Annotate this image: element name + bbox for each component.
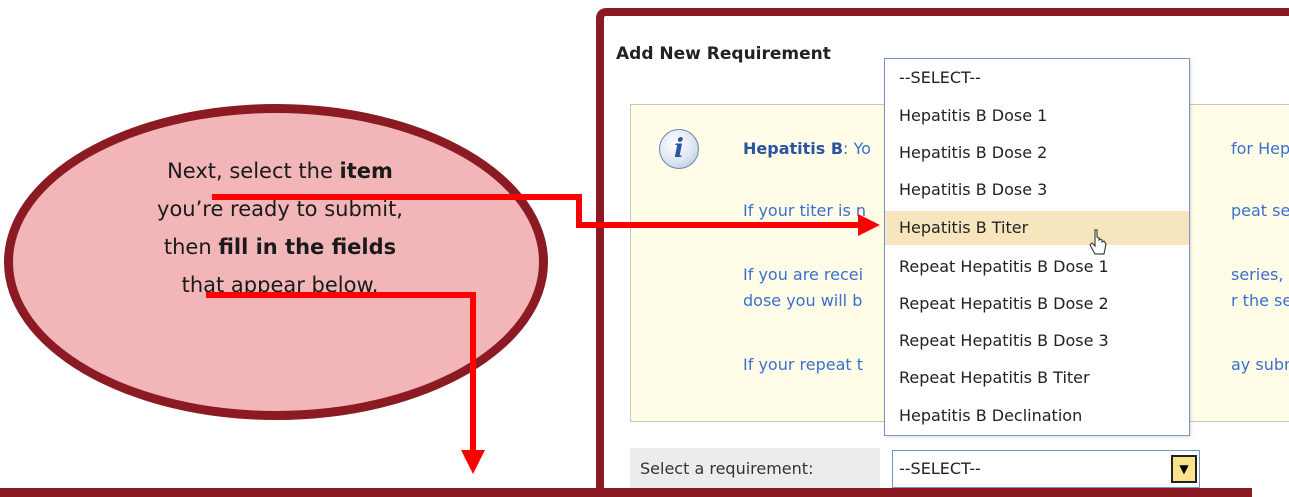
info-line-4-right: r the secon (1231, 291, 1289, 310)
dropdown-option[interactable]: Repeat Hepatitis B Dose 2 (885, 287, 1189, 321)
info-line-4-left: dose you will b (743, 291, 863, 310)
info-line-3-right: series, you (1231, 265, 1289, 284)
bottom-divider (0, 488, 1252, 497)
requirement-select-value: --SELECT-- (899, 459, 981, 478)
arrow-line (206, 292, 476, 298)
dropdown-option[interactable]: Repeat Hepatitis B Dose 1 (885, 250, 1189, 284)
info-icon: i (659, 129, 699, 169)
dropdown-option[interactable]: Repeat Hepatitis B Titer (885, 361, 1189, 395)
info-line-5-left: If your repeat t (743, 355, 864, 374)
dropdown-option-highlighted[interactable]: Hepatitis B Titer (885, 211, 1189, 245)
dropdown-option[interactable]: --SELECT-- (885, 61, 1189, 95)
dropdown-option[interactable]: Repeat Hepatitis B Dose 3 (885, 324, 1189, 358)
arrow-right-icon (858, 214, 880, 236)
info-line-2-left: If your titer is n (743, 201, 867, 220)
requirement-select[interactable]: --SELECT-- ▼ (892, 450, 1200, 488)
callout-line-1: Next, select the item (167, 159, 393, 183)
mouse-cursor-icon (1089, 229, 1107, 255)
dropdown-option[interactable]: Hepatitis B Dose 1 (885, 99, 1189, 133)
dropdown-option[interactable]: Hepatitis B Dose 2 (885, 136, 1189, 170)
arrow-line (576, 222, 862, 228)
info-line-3-left: If you are recei (743, 265, 864, 284)
chevron-down-icon[interactable]: ▼ (1171, 455, 1197, 483)
arrow-line (212, 194, 582, 200)
info-line-2-right: peat series (1231, 201, 1289, 220)
select-label-cell: Select a requirement: (630, 448, 880, 490)
panel-title: Add New Requirement (616, 44, 831, 64)
arrow-line (470, 292, 476, 454)
callout-line-3: then fill in the fields (163, 235, 397, 259)
dropdown-option[interactable]: Hepatitis B Dose 3 (885, 173, 1189, 207)
callout-line-4: that appear below. (181, 273, 379, 297)
requirement-dropdown-list: --SELECT-- Hepatitis B Dose 1 Hepatitis … (884, 58, 1190, 436)
info-line-1-left: Hepatitis B: Yo (743, 139, 871, 158)
dropdown-option[interactable]: Hepatitis B Declination (885, 399, 1189, 433)
info-line-1-right: for Hepati (1231, 139, 1289, 158)
callout-text: Next, select the item you’re ready to su… (100, 152, 460, 304)
info-line-5-right: ay submit b (1231, 355, 1289, 374)
arrow-down-icon (461, 450, 485, 474)
select-requirement-label: Select a requirement: (640, 459, 814, 478)
